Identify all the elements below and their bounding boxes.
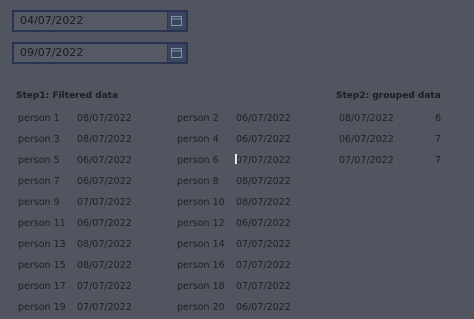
person-date: 07/07/2022	[236, 260, 291, 271]
step1-heading: Step1: Filtered data	[16, 91, 119, 101]
person-date: 06/07/2022	[77, 155, 132, 166]
person-name: person 13	[18, 239, 66, 250]
person-name: person 18	[177, 281, 225, 292]
group-date: 08/07/2022	[339, 113, 394, 124]
person-name: person 12	[177, 218, 225, 229]
person-name: person 1	[18, 113, 60, 124]
person-date: 08/07/2022	[77, 239, 132, 250]
person-name: person 8	[177, 176, 219, 187]
end-date-input[interactable]: 09/07/2022	[12, 42, 188, 64]
group-date: 07/07/2022	[339, 155, 394, 166]
person-date: 06/07/2022	[236, 302, 291, 313]
group-count: 7	[435, 155, 442, 166]
person-date: 06/07/2022	[236, 134, 291, 145]
person-name: person 15	[18, 260, 66, 271]
group-date: 06/07/2022	[339, 134, 394, 145]
person-date: 06/07/2022	[236, 218, 291, 229]
person-date: 07/07/2022	[236, 239, 291, 250]
person-date: 07/07/2022	[77, 281, 132, 292]
person-date: 08/07/2022	[236, 176, 291, 187]
calendar-icon	[171, 48, 182, 58]
step2-heading: Step2: grouped data	[336, 91, 441, 101]
person-name: person 4	[177, 134, 219, 145]
calendar-button-start[interactable]	[167, 12, 186, 30]
person-date: 07/07/2022	[236, 155, 291, 166]
person-name: person 7	[18, 176, 60, 187]
group-count: 7	[435, 134, 442, 145]
person-date: 07/07/2022	[77, 302, 132, 313]
person-name: person 2	[177, 113, 219, 124]
start-date-value: 04/07/2022	[20, 14, 84, 27]
person-name: person 5	[18, 155, 60, 166]
person-date: 07/07/2022	[77, 197, 132, 208]
person-name: person 16	[177, 260, 225, 271]
person-date: 06/07/2022	[236, 113, 291, 124]
person-name: person 17	[18, 281, 66, 292]
start-date-input[interactable]: 04/07/2022	[12, 10, 188, 32]
person-date: 06/07/2022	[77, 218, 132, 229]
calendar-icon	[171, 16, 182, 26]
person-name: person 20	[177, 302, 225, 313]
group-count: 6	[435, 113, 442, 124]
calendar-button-end[interactable]	[167, 44, 186, 62]
person-date: 08/07/2022	[77, 134, 132, 145]
person-name: person 6	[177, 155, 219, 166]
person-date: 08/07/2022	[77, 113, 132, 124]
person-name: person 10	[177, 197, 225, 208]
person-name: person 14	[177, 239, 225, 250]
person-date: 07/07/2022	[236, 281, 291, 292]
person-name: person 3	[18, 134, 60, 145]
person-name: person 11	[18, 218, 66, 229]
person-date: 08/07/2022	[77, 260, 132, 271]
end-date-value: 09/07/2022	[20, 46, 84, 59]
text-cursor	[235, 154, 237, 164]
person-date: 08/07/2022	[236, 197, 291, 208]
person-name: person 19	[18, 302, 66, 313]
person-name: person 9	[18, 197, 60, 208]
person-date: 06/07/2022	[77, 176, 132, 187]
